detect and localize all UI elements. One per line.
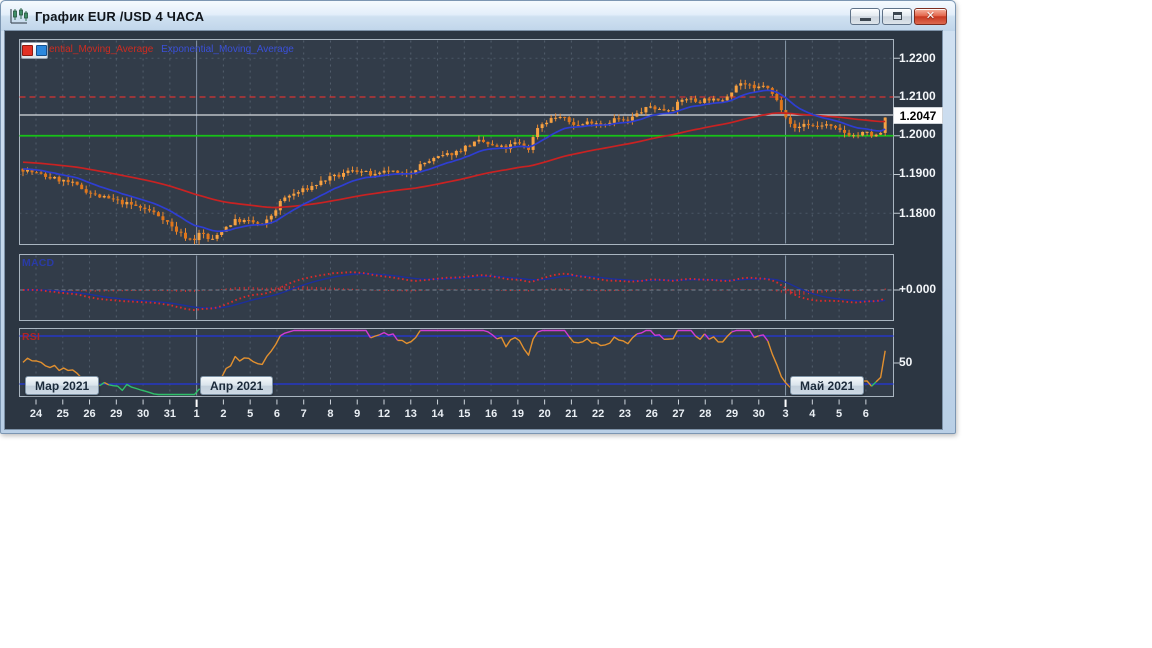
date-label: 30 <box>752 408 765 420</box>
fast-ma-swatch <box>22 45 33 56</box>
price-axis-label: 1.2200 <box>899 51 936 65</box>
rsi-panel-label: RSI <box>22 331 41 343</box>
ma-legend-labels: ential_Moving_Average Exponential_Moving… <box>49 44 294 55</box>
date-label: 29 <box>110 408 123 420</box>
restore-button[interactable] <box>882 7 912 25</box>
month-marker-apr[interactable]: Апр 2021 <box>200 376 274 395</box>
window-controls: ✕ <box>850 7 947 25</box>
slow-ma-label: Exponential_Moving_Average <box>161 44 294 55</box>
rsi-axis-label: 50 <box>899 355 913 369</box>
date-label: 6 <box>273 408 280 420</box>
titlebar[interactable]: График EUR /USD 4 ЧАСА ✕ <box>1 1 955 31</box>
panel-frame <box>19 39 894 245</box>
date-label: 28 <box>699 408 712 420</box>
date-label: 20 <box>538 408 551 420</box>
price-axis-label: 1.1800 <box>899 206 936 220</box>
restore-icon <box>892 12 902 20</box>
ma-legend-box[interactable] <box>21 42 48 59</box>
date-label: 24 <box>29 408 43 420</box>
chart-client-area: ential_Moving_Average Exponential_Moving… <box>4 30 943 430</box>
date-label: 8 <box>327 408 334 420</box>
date-label: 16 <box>484 408 498 420</box>
price-axis-label: 1.1900 <box>899 166 936 180</box>
macd-axis-label: +0.000 <box>899 282 937 296</box>
minimize-icon <box>859 18 871 21</box>
price-axis-label: 1.2100 <box>899 89 936 103</box>
date-label: 19 <box>511 408 524 420</box>
date-label: 25 <box>56 408 69 420</box>
fast-ma-label: ential_Moving_Average <box>49 44 154 55</box>
chart-canvas[interactable] <box>5 31 942 429</box>
date-label: 1 <box>193 408 200 420</box>
date-label: 4 <box>809 408 816 420</box>
macd-panel-label: MACD <box>22 257 55 269</box>
close-button[interactable]: ✕ <box>914 7 947 25</box>
date-label: 6 <box>862 408 869 420</box>
panel-frame <box>19 254 894 321</box>
date-label: 31 <box>163 408 176 420</box>
date-label: 26 <box>645 408 658 420</box>
date-label: 15 <box>458 408 471 420</box>
date-label: 23 <box>618 408 632 420</box>
slow-ma-swatch <box>36 45 47 56</box>
date-label: 13 <box>404 408 417 420</box>
close-icon: ✕ <box>925 9 936 22</box>
date-label: 29 <box>725 408 739 420</box>
price-axis-label: 1.2000 <box>899 127 936 141</box>
date-label: 14 <box>431 408 444 420</box>
date-label: 30 <box>136 408 150 420</box>
date-label: 27 <box>672 408 685 420</box>
current-price-box: 1.2047 <box>893 107 943 124</box>
date-label: 22 <box>592 408 605 420</box>
minimize-button[interactable] <box>850 7 880 25</box>
window-title: График EUR /USD 4 ЧАСА <box>35 8 205 24</box>
date-label: 2 <box>220 408 227 420</box>
month-marker-may[interactable]: Май 2021 <box>790 376 865 395</box>
panel-frame <box>19 328 894 397</box>
date-label: 5 <box>836 408 843 420</box>
date-label: 26 <box>83 408 96 420</box>
month-marker-mar[interactable]: Мар 2021 <box>25 376 100 395</box>
date-label: 7 <box>300 408 307 420</box>
date-label: 9 <box>354 408 361 420</box>
date-label: 3 <box>782 408 789 420</box>
date-label: 21 <box>565 408 578 420</box>
date-label: 5 <box>247 408 254 420</box>
date-label: 12 <box>377 408 391 420</box>
candlestick-chart-icon <box>9 7 29 25</box>
chart-window: График EUR /USD 4 ЧАСА ✕ ential_Moving_A… <box>0 0 956 434</box>
